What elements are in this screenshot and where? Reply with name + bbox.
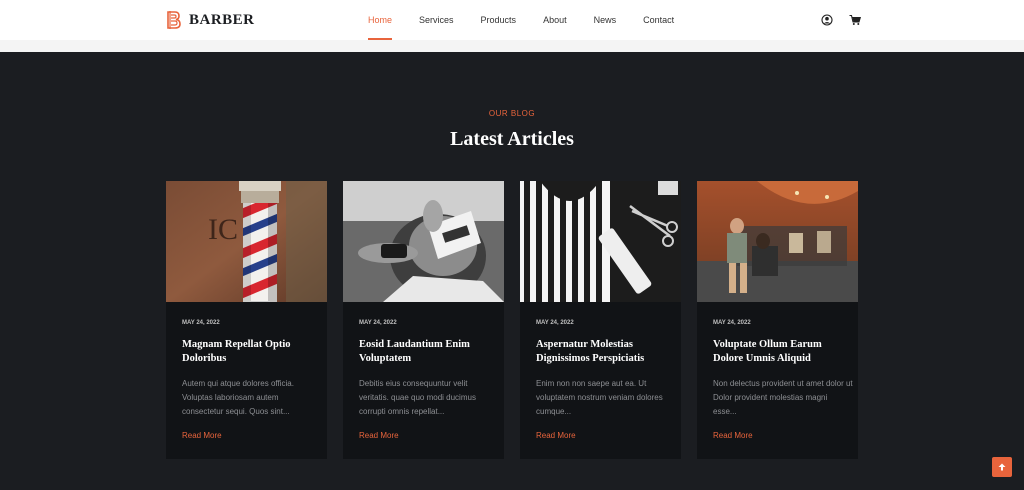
brand-logo[interactable]: BARBER	[166, 10, 255, 30]
barber-pole-photo: IC	[166, 181, 327, 302]
nav-item-contact[interactable]: Contact	[643, 0, 674, 40]
nav-item-news[interactable]: News	[594, 0, 617, 40]
read-more-link[interactable]: Read More	[359, 431, 399, 440]
article-date: MAY 24, 2022	[713, 320, 751, 326]
site-header: BARBER Home Services Products About News…	[0, 0, 1024, 52]
arrow-up-icon	[998, 463, 1006, 471]
header-divider	[0, 40, 1024, 52]
article-excerpt: Enim non non saepe aut ea. Ut voluptatem…	[536, 379, 663, 416]
main-nav: Home Services Products About News Contac…	[368, 0, 674, 40]
brand-name: BARBER	[189, 11, 255, 28]
article-title[interactable]: Magnam Repellat Optio Doloribus	[182, 338, 317, 366]
article-title[interactable]: Aspernatur Molestias Dignissimos Perspic…	[536, 338, 671, 366]
read-more-link[interactable]: Read More	[536, 431, 576, 440]
article-card[interactable]: IC MAY 24, 2022 Magnam Repellat Optio Do…	[166, 181, 327, 459]
section-title: Latest Articles	[450, 128, 574, 150]
nav-item-home[interactable]: Home	[368, 0, 393, 40]
section-kicker: OUR BLOG	[488, 109, 536, 118]
read-more-link[interactable]: Read More	[182, 431, 222, 440]
article-list: IC MAY 24, 2022 Magnam Repellat Optio Do…	[166, 181, 858, 459]
cart-icon[interactable]	[849, 14, 861, 26]
scroll-top-button[interactable]	[992, 457, 1012, 477]
article-card[interactable]: MAY 24, 2022 Aspernatur Molestias Dignis…	[520, 181, 681, 459]
article-card[interactable]: MAY 24, 2022 Voluptate Ollum Earum Dolor…	[697, 181, 858, 459]
article-title[interactable]: Eosid Laudantium Enim Voluptatem	[359, 338, 494, 366]
article-excerpt: Non delectus provident ut amet dolor ut …	[713, 379, 853, 416]
nav-item-about[interactable]: About	[543, 0, 567, 40]
nav-item-products[interactable]: Products	[481, 0, 517, 40]
svg-text:IC: IC	[208, 213, 238, 246]
article-date: MAY 24, 2022	[182, 320, 220, 326]
barber-logo-icon	[167, 11, 181, 29]
barber-tools-photo	[520, 181, 681, 302]
read-more-link[interactable]: Read More	[713, 431, 753, 440]
beard-trim-photo	[343, 181, 504, 302]
barbershop-interior-photo	[697, 181, 858, 302]
article-excerpt: Debitis eius consequuntur velit veritati…	[359, 379, 476, 416]
article-date: MAY 24, 2022	[536, 320, 574, 326]
nav-item-services[interactable]: Services	[419, 0, 454, 40]
article-excerpt: Autem qui atque dolores officia. Volupta…	[182, 379, 294, 416]
article-date: MAY 24, 2022	[359, 320, 397, 326]
article-title[interactable]: Voluptate Ollum Earum Dolore Umnis Aliqu…	[713, 338, 848, 366]
user-icon[interactable]	[821, 14, 833, 26]
article-card[interactable]: MAY 24, 2022 Eosid Laudantium Enim Volup…	[343, 181, 504, 459]
